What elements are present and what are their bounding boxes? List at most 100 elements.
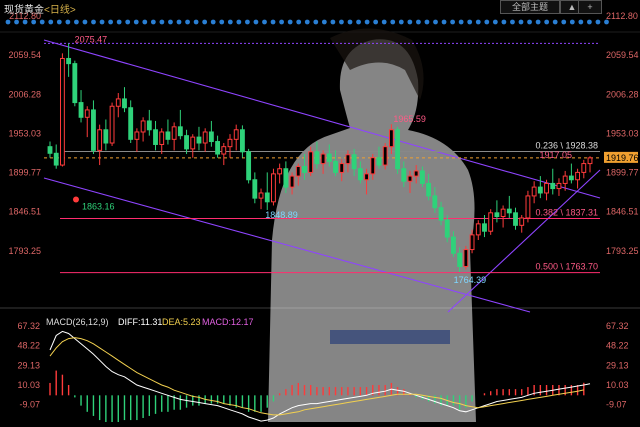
fib-label: 0.500 \ 1763.70 [535,262,598,272]
toolbar-dot [544,19,550,25]
toolbar-dot [424,19,430,25]
candle-body [91,109,96,151]
candle-body [401,168,407,182]
toolbar-dot [398,19,404,25]
all-topics-button[interactable]: 全部主题 [500,0,560,14]
toolbar-dot [287,19,293,25]
candle-body [320,153,326,165]
candle-body [283,168,289,188]
candle-body [544,182,549,194]
candle-body [271,173,276,203]
add-button[interactable]: + [578,0,602,14]
instrument-name: 现货黄金 [4,5,44,16]
candle-body [537,186,543,194]
toolbar-dot [219,19,225,25]
toolbar-dot [441,19,447,25]
candle-body [66,57,72,65]
candle-body [339,163,345,173]
candle-body [407,175,413,182]
candle-body [364,173,369,181]
candle-body [351,154,357,170]
candle-body [531,186,537,197]
y-tick-left: 1793.25 [8,246,41,256]
toolbar-dot [475,19,481,25]
toolbar-dot [185,19,190,25]
y-tick-right: 1793.25 [606,246,639,256]
candle-body [482,223,487,232]
candle-body [302,166,307,173]
candle-body [134,131,140,140]
timeframe-selector[interactable]: <日线> [44,5,76,16]
toolbar-dot [552,19,558,25]
candle-body [457,252,463,267]
toolbar-dot [373,19,379,25]
candle-body [357,168,363,181]
candle-body [426,182,432,197]
candle-body [388,129,394,148]
candle-body [525,195,531,219]
macd-tick-left: 10.03 [17,380,40,390]
toolbar-dot [339,19,344,25]
candle-body [376,157,382,166]
price-chart: 0.236 \ 1928.380.382 \ 1837.310.500 \ 17… [0,0,640,427]
y-tick-right: 2006.28 [606,89,639,99]
toolbar-dot [91,19,96,25]
chart-stage: 0.236 \ 1928.38 0.382 \ 1837.31 0.500 \ 17… [0,0,640,427]
toolbar-dot [527,19,532,25]
toolbar-dot [458,19,464,25]
candle-body [562,175,568,184]
candle-body [122,98,127,109]
y-tick-left: 2059.54 [8,50,41,60]
macd-tick-right: 67.32 [606,321,629,331]
candle-body [215,141,221,155]
toolbar-dot [245,19,250,25]
candle-body [128,107,134,140]
candle-body [308,151,314,173]
fib-label: 0.382 \ 1837.31 [535,207,598,217]
toolbar-dot [74,19,79,25]
toolbar-dot [492,19,498,25]
candle-body [109,105,115,144]
toolbar-dot [484,19,490,25]
candle-body [221,146,227,155]
candle-body [333,160,338,173]
toolbar-dot [116,19,122,25]
candle-body [500,208,506,218]
candle-body [370,157,376,175]
candle-body [506,208,512,214]
y-tick-left: 1846.51 [8,207,41,217]
toolbar-dot [433,19,438,25]
candle-body [587,157,593,165]
y-tick-left: 2006.28 [8,89,41,99]
toolbar-dot [253,19,259,25]
macd-title: MACD(26,12,9) [46,317,109,327]
candle-body [463,249,469,267]
candle-body [140,120,146,133]
toolbar-dot [587,19,592,25]
candle-body [295,166,301,177]
candle-body [326,153,332,162]
macd-tick-left: 29.13 [17,360,40,370]
candle-body [159,131,165,145]
candle-body [277,168,283,175]
toolbar-dot [210,19,216,25]
toolbar-dot [321,19,327,25]
toolbar-dot [48,19,54,25]
toolbar-dot [569,19,575,25]
candle-body [451,236,456,254]
candle-body [72,63,78,104]
candle-body [475,223,481,236]
macd-legend-diff: DIFF:11.31 [118,317,162,327]
annotation-marker [73,196,79,203]
candle-body [264,192,270,203]
toolbar-dot [176,19,182,25]
y-tick-right: 1899.77 [606,168,639,178]
candle-body [115,98,121,107]
macd-tick-left: 48.22 [17,341,40,351]
candle-body [556,182,562,190]
toolbar-dot [125,19,131,25]
candle-body [202,131,208,144]
chart-title: 现货黄金<日线> [4,1,76,16]
toolbar-dot [467,19,473,25]
toolbar-dot [347,19,353,25]
